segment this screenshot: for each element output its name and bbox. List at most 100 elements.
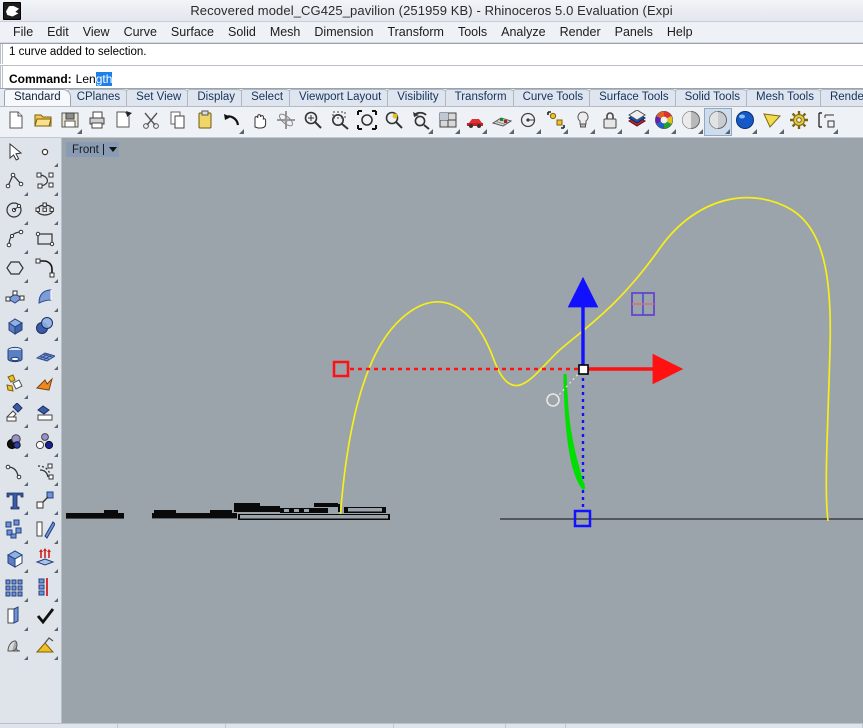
flyout-triangle-icon[interactable] <box>54 453 58 457</box>
flyout-triangle-icon[interactable] <box>24 656 28 660</box>
color-wheel-button[interactable] <box>651 109 677 135</box>
polygon-button[interactable] <box>0 256 29 284</box>
flyout-triangle-icon[interactable] <box>24 482 28 486</box>
flyout-triangle-icon[interactable] <box>54 308 58 312</box>
toolbar-tab-cplanes[interactable]: CPlanes <box>67 89 130 106</box>
flyout-triangle-icon[interactable] <box>725 129 730 134</box>
menu-item-render[interactable]: Render <box>553 24 608 40</box>
menu-item-solid[interactable]: Solid <box>221 24 263 40</box>
flyout-triangle-icon[interactable] <box>752 129 757 134</box>
viewport-front[interactable]: Front <box>62 138 863 723</box>
toolbar-tab-visibility[interactable]: Visibility <box>387 89 448 106</box>
explode-button[interactable] <box>30 372 59 400</box>
toolbar-tab-render-t[interactable]: Render T <box>820 89 863 106</box>
toolbar-tab-transform[interactable]: Transform <box>445 89 517 106</box>
flyout-triangle-icon[interactable] <box>482 129 487 134</box>
flyout-triangle-icon[interactable] <box>54 511 58 515</box>
light-bulb-button[interactable] <box>570 109 596 135</box>
split-button[interactable] <box>30 401 59 429</box>
flyout-triangle-icon[interactable] <box>54 598 58 602</box>
flyout-triangle-icon[interactable] <box>24 424 28 428</box>
toolbar-tab-surface-tools[interactable]: Surface Tools <box>589 89 678 106</box>
grid-snap-button[interactable] <box>489 109 515 135</box>
four-viewport-button[interactable] <box>435 109 461 135</box>
flyout-triangle-icon[interactable] <box>54 656 58 660</box>
box-solid-button[interactable] <box>0 314 29 342</box>
flyout-triangle-icon[interactable] <box>24 627 28 631</box>
dimension-linear-button[interactable] <box>30 575 59 603</box>
mirror-button[interactable] <box>30 517 59 545</box>
flyout-triangle-icon[interactable] <box>54 192 58 196</box>
zoom-selected-button[interactable] <box>327 109 353 135</box>
copy-to-clipboard-button[interactable] <box>111 109 137 135</box>
array-button[interactable] <box>0 517 29 545</box>
osnap-center-button[interactable] <box>516 109 542 135</box>
undo-button[interactable] <box>219 109 245 135</box>
cylinder-button[interactable] <box>0 343 29 371</box>
menu-item-edit[interactable]: Edit <box>40 24 76 40</box>
flyout-triangle-icon[interactable] <box>24 308 28 312</box>
flyout-triangle-icon[interactable] <box>24 395 28 399</box>
lock-button[interactable] <box>597 109 623 135</box>
options-gear-button[interactable] <box>786 109 812 135</box>
chevron-down-icon[interactable] <box>109 147 117 152</box>
flyout-triangle-icon[interactable] <box>24 192 28 196</box>
check-select-button[interactable] <box>30 604 59 632</box>
boolean-union-button[interactable] <box>30 314 59 342</box>
rectangle-button[interactable] <box>30 227 59 255</box>
menu-item-tools[interactable]: Tools <box>451 24 494 40</box>
menu-item-transform[interactable]: Transform <box>380 24 451 40</box>
flyout-triangle-icon[interactable] <box>24 453 28 457</box>
toolbar-tab-curve-tools[interactable]: Curve Tools <box>513 89 594 106</box>
control-point-curve-button[interactable] <box>30 169 59 197</box>
render-paint-button[interactable] <box>30 633 59 661</box>
flyout-triangle-icon[interactable] <box>24 221 28 225</box>
flyout-triangle-icon[interactable] <box>54 279 58 283</box>
menu-item-curve[interactable]: Curve <box>117 24 164 40</box>
ellipse-button[interactable] <box>30 198 59 226</box>
toolbar-tab-display[interactable]: Display <box>187 89 245 106</box>
flyout-triangle-icon[interactable] <box>428 129 433 134</box>
menu-item-panels[interactable]: Panels <box>608 24 660 40</box>
flyout-triangle-icon[interactable] <box>563 129 568 134</box>
flyout-triangle-icon[interactable] <box>509 129 514 134</box>
flyout-triangle-icon[interactable] <box>54 540 58 544</box>
new-file-button[interactable] <box>3 109 29 135</box>
rectangular-array-button[interactable] <box>0 575 29 603</box>
flyout-triangle-icon[interactable] <box>455 129 460 134</box>
extrude-up-button[interactable] <box>30 546 59 574</box>
paste-clipboard-button[interactable] <box>192 109 218 135</box>
copy-button[interactable] <box>165 109 191 135</box>
point-button[interactable] <box>30 140 59 168</box>
flyout-triangle-icon[interactable] <box>24 279 28 283</box>
flyout-triangle-icon[interactable] <box>671 129 676 134</box>
viewport-canvas[interactable] <box>62 138 863 699</box>
layer-color-button[interactable] <box>30 430 59 458</box>
flyout-triangle-icon[interactable] <box>24 337 28 341</box>
menu-item-help[interactable]: Help <box>660 24 700 40</box>
menu-item-analyze[interactable]: Analyze <box>494 24 552 40</box>
arc-button[interactable] <box>0 227 29 255</box>
flyout-triangle-icon[interactable] <box>54 221 58 225</box>
menu-item-surface[interactable]: Surface <box>164 24 221 40</box>
flyout-triangle-icon[interactable] <box>54 627 58 631</box>
flyout-triangle-icon[interactable] <box>590 129 595 134</box>
toolbar-tab-solid-tools[interactable]: Solid Tools <box>675 89 750 106</box>
fillet-curve-button[interactable] <box>30 256 59 284</box>
menu-item-mesh[interactable]: Mesh <box>263 24 308 40</box>
cut-scissors-button[interactable] <box>138 109 164 135</box>
flyout-triangle-icon[interactable] <box>24 540 28 544</box>
flyout-triangle-icon[interactable] <box>24 569 28 573</box>
scale-button[interactable] <box>30 488 59 516</box>
menu-item-file[interactable]: File <box>6 24 40 40</box>
zoom-target-button[interactable] <box>381 109 407 135</box>
flyout-triangle-icon[interactable] <box>54 250 58 254</box>
menu-item-dimension[interactable]: Dimension <box>307 24 380 40</box>
extrude-surface-button[interactable] <box>30 285 59 313</box>
save-file-button[interactable] <box>57 109 83 135</box>
flyout-triangle-icon[interactable] <box>24 250 28 254</box>
flyout-triangle-icon[interactable] <box>779 129 784 134</box>
material-button[interactable] <box>0 430 29 458</box>
command-line[interactable]: Command: Length <box>0 66 863 88</box>
gumball-move-button[interactable] <box>273 109 299 135</box>
